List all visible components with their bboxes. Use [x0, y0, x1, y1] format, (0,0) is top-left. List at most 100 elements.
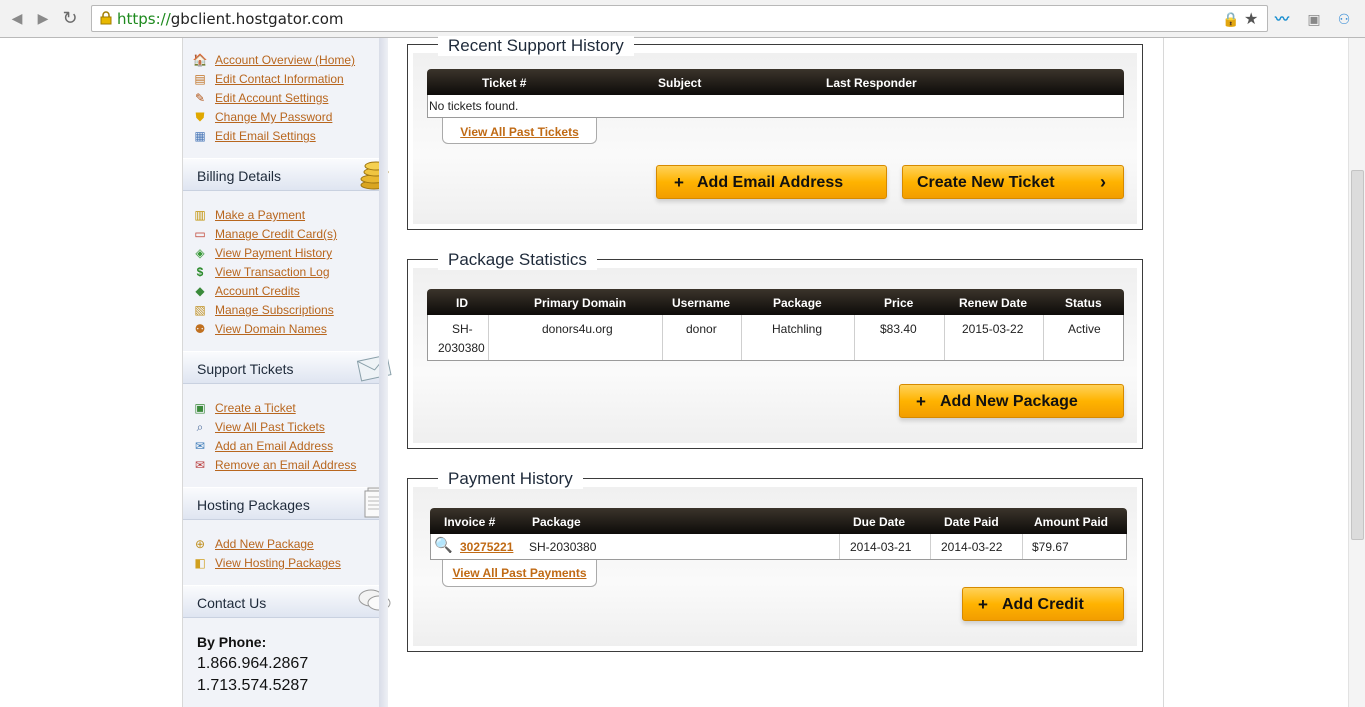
extension-puzzle-icon[interactable]: ▣ — [1304, 9, 1324, 29]
sidebar-link[interactable]: Edit Contact Information — [215, 72, 344, 86]
pencil-icon: ✎ — [194, 91, 206, 105]
invoice-link[interactable]: 30275221 — [460, 540, 513, 554]
primary-domain: donors4u.org — [542, 322, 613, 336]
column-header: Date Paid — [944, 515, 999, 529]
empty-message: No tickets found. — [429, 99, 519, 113]
cell-divider — [944, 315, 945, 360]
email-settings-icon: ▦ — [194, 129, 206, 143]
column-header: Amount Paid — [1034, 515, 1108, 529]
contact-card-icon: ▤ — [194, 72, 206, 86]
shield-icon: ⛊ — [195, 110, 205, 124]
view-all-tickets-tab[interactable]: View All Past Tickets — [442, 118, 597, 144]
new-ticket-icon: ▣ — [194, 401, 206, 415]
plus-icon: + — [674, 173, 684, 192]
cell-divider — [662, 315, 663, 360]
subscriptions-icon: ▧ — [194, 303, 206, 317]
column-header: Package — [532, 515, 581, 529]
payment-table-header: Invoice # Package Due Date Date Paid Amo… — [430, 508, 1127, 534]
column-header: Primary Domain — [534, 296, 627, 310]
sidebar-link[interactable]: Remove an Email Address — [215, 458, 356, 472]
column-header: Username — [672, 296, 731, 310]
button-label: Add Email Address — [697, 174, 844, 191]
sidebar-link[interactable]: Edit Account Settings — [215, 91, 328, 105]
extension-people-icon[interactable]: ⚇ — [1334, 9, 1354, 29]
add-package-icon: ⊕ — [194, 537, 206, 551]
add-new-package-button[interactable]: + Add New Package — [899, 384, 1124, 418]
sidebar-link[interactable]: View Payment History — [215, 246, 332, 260]
price: $83.40 — [880, 322, 917, 336]
sidebar-link[interactable]: Create a Ticket — [215, 401, 296, 415]
sidebar-link[interactable]: View Transaction Log — [215, 265, 330, 279]
cell-divider — [854, 315, 855, 360]
sidebar-header-billing: Billing Details — [183, 158, 389, 191]
sidebar-link[interactable]: View All Past Tickets — [215, 420, 325, 434]
table-row: SH- 2030380 donors4u.org donor Hatchling… — [427, 315, 1124, 361]
lock-icon: 🔒 — [1222, 11, 1240, 27]
cell-divider — [488, 315, 489, 360]
invoice-package: SH-2030380 — [529, 540, 597, 554]
sidebar-link[interactable]: Edit Email Settings — [215, 129, 316, 143]
add-credit-button[interactable]: + Add Credit — [962, 587, 1124, 621]
page-divider — [1163, 38, 1164, 707]
view-all-tickets-link[interactable]: View All Past Tickets — [460, 125, 579, 139]
sidebar-shadow — [379, 38, 388, 707]
phone-label: By Phone: — [197, 634, 267, 650]
panel-title: Recent Support History — [438, 36, 634, 56]
create-new-ticket-button[interactable]: Create New Ticket › — [902, 165, 1124, 199]
dollar-icon: $ — [196, 265, 204, 279]
column-header: Price — [884, 296, 914, 310]
browser-toolbar: ◀ ▶ ↻ https://gbclient.hostgator.com 🔒 ★… — [0, 0, 1365, 38]
sidebar-header-hosting: Hosting Packages — [183, 487, 388, 520]
date-paid: 2014-03-22 — [941, 540, 1003, 554]
sidebar-heading: Hosting Packages — [197, 497, 310, 513]
view-all-payments-link[interactable]: View All Past Payments — [452, 566, 586, 580]
credit-card-icon: ▭ — [194, 227, 206, 241]
table-row: 🔍 30275221 SH-2030380 2014-03-21 2014-03… — [430, 534, 1127, 560]
payment-icon: ▥ — [194, 208, 206, 222]
magnifier-icon[interactable]: 🔍 — [434, 536, 453, 554]
package-table-header: ID Primary Domain Username Package Price… — [427, 289, 1124, 315]
column-header: Ticket # — [482, 76, 527, 90]
column-header: Subject — [658, 76, 702, 90]
sidebar-heading: Billing Details — [197, 168, 282, 184]
warning-lock-icon — [100, 11, 112, 25]
cell-divider — [1043, 315, 1044, 360]
amount-paid: $79.67 — [1032, 540, 1069, 554]
address-bar[interactable]: https://gbclient.hostgator.com 🔒 ★ — [91, 5, 1268, 32]
credits-icon: ◆ — [195, 284, 205, 298]
sidebar-link[interactable]: Make a Payment — [215, 208, 305, 222]
reload-icon[interactable]: ↻ — [60, 8, 80, 28]
scrollbar-thumb[interactable] — [1351, 170, 1364, 540]
button-label: Add New Package — [940, 393, 1078, 410]
view-all-payments-tab[interactable]: View All Past Payments — [442, 560, 597, 587]
support-table-body: No tickets found. — [427, 95, 1124, 118]
sidebar-link[interactable]: Manage Subscriptions — [215, 303, 334, 317]
cell-divider — [741, 315, 742, 360]
sidebar-link[interactable]: View Hosting Packages — [215, 556, 341, 570]
sidebar-link[interactable]: Change My Password — [215, 110, 332, 124]
sidebar-link[interactable]: View Domain Names — [215, 322, 327, 336]
back-arrow-icon[interactable]: ◀ — [7, 8, 27, 28]
due-date: 2014-03-21 — [850, 540, 912, 554]
add-email-address-button[interactable]: + Add Email Address — [656, 165, 887, 199]
vertical-scrollbar[interactable] — [1348, 38, 1365, 707]
extension-wave-icon[interactable]: 〰 — [1272, 9, 1292, 29]
chevron-right-icon: › — [1100, 172, 1106, 192]
sidebar-heading: Support Tickets — [197, 361, 294, 377]
phone-number: 1.713.574.5287 — [197, 677, 309, 694]
forward-arrow-icon[interactable]: ▶ — [33, 8, 53, 28]
phone-number: 1.866.964.2867 — [197, 655, 309, 672]
support-table-header: Ticket # Subject Last Responder — [427, 69, 1124, 95]
sidebar-link[interactable]: Account Credits — [215, 284, 300, 298]
sidebar: 🏠 Account Overview (Home) ▤ Edit Contact… — [183, 38, 392, 707]
sidebar-link[interactable]: Account Overview (Home) — [215, 53, 355, 67]
sidebar-link[interactable]: Add New Package — [215, 537, 314, 551]
renew-date: 2015-03-22 — [962, 322, 1024, 336]
sidebar-link[interactable]: Manage Credit Card(s) — [215, 227, 337, 241]
star-icon[interactable]: ★ — [1244, 9, 1258, 29]
button-label: Create New Ticket — [917, 174, 1055, 191]
plus-icon: + — [978, 595, 988, 614]
sidebar-link[interactable]: Add an Email Address — [215, 439, 333, 453]
package-name: Hatchling — [772, 322, 823, 336]
column-header: ID — [456, 296, 468, 310]
